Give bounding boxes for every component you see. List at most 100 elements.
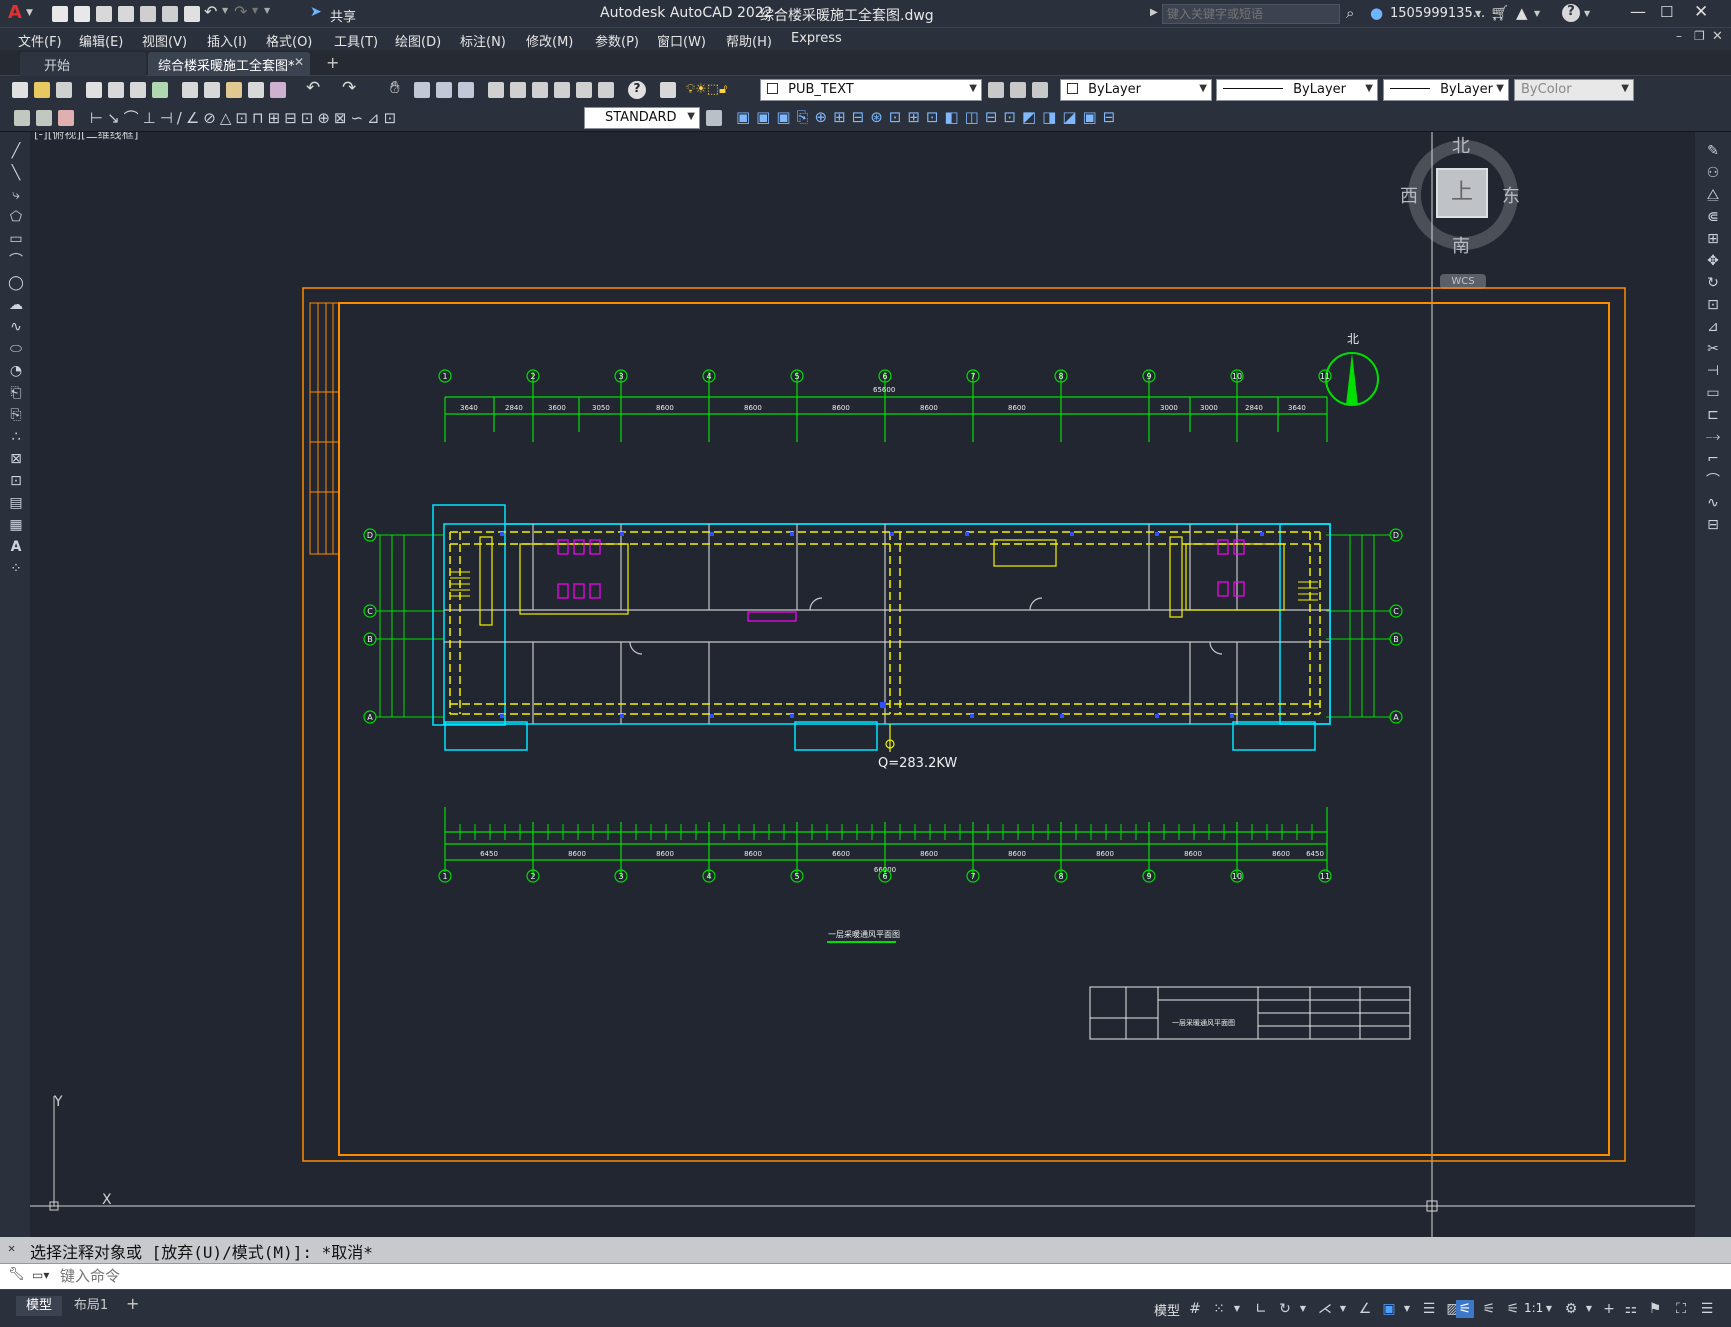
calculator-icon[interactable] bbox=[598, 82, 614, 98]
copy-icon[interactable] bbox=[204, 82, 220, 98]
ortho-icon[interactable]: ∟ bbox=[1252, 1300, 1270, 1318]
annotation-visibility-icon[interactable]: ⚟ bbox=[1456, 1300, 1474, 1318]
help-arrow-icon[interactable]: ▼ bbox=[1584, 9, 1590, 18]
modify-tools[interactable]: ▣▣▣⎘⊕⊞⊟⊛⊡⊞⊡◧◫⊟⊡◩◨◪▣⊟ bbox=[736, 108, 1121, 126]
pan-icon[interactable]: ✋︎ bbox=[390, 78, 400, 98]
undo-arrow-icon[interactable]: ▼ bbox=[222, 6, 228, 15]
iso-arrow-icon[interactable]: ▼ bbox=[1334, 1300, 1352, 1318]
add-layout-button[interactable]: + bbox=[126, 1294, 139, 1313]
dim-override-icon[interactable] bbox=[706, 110, 722, 126]
scale-arrow-icon[interactable]: ▼ bbox=[1540, 1300, 1558, 1318]
search-expand-icon[interactable]: ▶ bbox=[1150, 7, 1158, 18]
save-web-icon[interactable] bbox=[162, 6, 178, 22]
markup-icon[interactable] bbox=[576, 82, 592, 98]
layer-state-icons[interactable]: 💡︎☀︎⬚🔓︎ bbox=[686, 82, 727, 97]
tab-close-icon[interactable]: ✕ bbox=[294, 55, 304, 69]
design-center-icon[interactable] bbox=[510, 82, 526, 98]
open-file-icon[interactable] bbox=[74, 6, 90, 22]
print-icon[interactable] bbox=[86, 82, 102, 98]
make-current-icon[interactable] bbox=[988, 82, 1004, 98]
polar-arrow-icon[interactable]: ▼ bbox=[1294, 1300, 1312, 1318]
menu-dimension[interactable]: 标注(N) bbox=[460, 31, 506, 50]
menu-format[interactable]: 格式(O) bbox=[266, 31, 312, 50]
tool-palettes-icon[interactable] bbox=[532, 82, 548, 98]
annotation-monitor-icon[interactable]: + bbox=[1600, 1300, 1618, 1318]
model-space-button[interactable]: 模型 bbox=[1154, 1300, 1180, 1319]
match-prop-icon[interactable] bbox=[248, 82, 264, 98]
polar-icon[interactable]: ↻ bbox=[1276, 1300, 1294, 1318]
open-icon[interactable] bbox=[34, 82, 50, 98]
osnap-arrow-icon[interactable]: ▼ bbox=[1398, 1300, 1416, 1318]
clean-screen-icon[interactable]: ⛶ bbox=[1672, 1300, 1690, 1318]
isodraft-icon[interactable]: ⋌ bbox=[1316, 1300, 1334, 1318]
redo-tb-icon[interactable]: ↷ bbox=[342, 78, 356, 98]
block-editor-icon[interactable] bbox=[270, 82, 286, 98]
zoom-previous-icon[interactable] bbox=[458, 82, 474, 98]
autodesk-app-icon[interactable]: ▲ bbox=[1516, 4, 1528, 22]
new-tab-button[interactable]: + bbox=[326, 53, 339, 72]
customize-qat-icon[interactable]: ▼ bbox=[264, 6, 270, 15]
properties-icon[interactable] bbox=[488, 82, 504, 98]
menu-file[interactable]: 文件(F) bbox=[18, 31, 62, 50]
user-menu-arrow-icon[interactable]: ▼ bbox=[1475, 9, 1481, 18]
share-icon[interactable]: ➤ bbox=[310, 4, 322, 20]
help-icon[interactable]: ? bbox=[1562, 4, 1580, 22]
lineweight-dropdown[interactable]: ByLayer ▼ bbox=[1383, 79, 1509, 101]
app-logo[interactable]: A bbox=[8, 2, 22, 23]
zoom-realtime-icon[interactable] bbox=[414, 82, 430, 98]
workspace-arrow-icon[interactable]: ▼ bbox=[1580, 1300, 1598, 1318]
close-command-icon[interactable]: ✕ bbox=[8, 1241, 15, 1255]
customization-icon[interactable]: ☰ bbox=[1698, 1300, 1716, 1318]
tab-start[interactable]: 开始 bbox=[20, 52, 146, 76]
3d-print-icon[interactable] bbox=[152, 82, 168, 98]
plotstyle-dropdown[interactable]: ByColor ▼ bbox=[1514, 79, 1634, 101]
color-dropdown[interactable]: ByLayer ▼ bbox=[1060, 79, 1212, 101]
search-icon[interactable]: ⌕ bbox=[1346, 4, 1354, 22]
menu-draw[interactable]: 绘图(D) bbox=[395, 31, 441, 50]
dim-linear-icon[interactable] bbox=[14, 110, 30, 126]
layer-previous-icon[interactable] bbox=[1010, 82, 1026, 98]
close-icon[interactable]: ✕ bbox=[1694, 2, 1708, 22]
maximize-icon[interactable]: ☐ bbox=[1660, 3, 1673, 21]
auto-scale-icon[interactable]: ⚟ bbox=[1480, 1300, 1498, 1318]
menu-edit[interactable]: 编辑(E) bbox=[79, 31, 123, 50]
cart-icon[interactable]: 🛒︎ bbox=[1490, 4, 1509, 22]
lineweight-icon[interactable]: ☰ bbox=[1420, 1300, 1438, 1318]
undo-tb-icon[interactable]: ↶ bbox=[306, 78, 320, 98]
menu-express[interactable]: Express bbox=[791, 31, 842, 46]
dim-update-icon[interactable] bbox=[58, 110, 74, 126]
dim-style-dropdown[interactable]: STANDARD ▼ bbox=[584, 107, 700, 129]
layer-match-icon[interactable] bbox=[1032, 82, 1048, 98]
workspace-icon[interactable]: ⚙︎ bbox=[1562, 1300, 1580, 1318]
minimize-icon[interactable]: — bbox=[1630, 2, 1646, 21]
dim-style-icon[interactable] bbox=[36, 110, 52, 126]
search-input[interactable] bbox=[1162, 4, 1340, 24]
command-input[interactable] bbox=[60, 1266, 1720, 1286]
draw-tools[interactable]: ╱ ╲ ⤷ ⬠ ▭ ⌒ ◯ ☁ ∿ ⬭ ◔ ⎗ ⎘ ∴ ⊠ ⊡ ▤ ▦ A ⁘ bbox=[6, 140, 26, 580]
logo-menu-arrow-icon[interactable]: ▼ bbox=[26, 8, 33, 18]
units-icon[interactable]: ⚏ bbox=[1622, 1300, 1640, 1318]
redo-icon[interactable]: ↷ bbox=[234, 2, 247, 21]
menu-insert[interactable]: 插入(I) bbox=[207, 31, 247, 50]
menu-tools[interactable]: 工具(T) bbox=[334, 31, 378, 50]
menu-view[interactable]: 视图(V) bbox=[142, 31, 187, 50]
linetype-dropdown[interactable]: ByLayer ▼ bbox=[1216, 79, 1378, 101]
sheet-set-icon[interactable] bbox=[554, 82, 570, 98]
snap-arrow-icon[interactable]: ▼ bbox=[1228, 1300, 1246, 1318]
save-icon-2[interactable] bbox=[56, 82, 72, 98]
doc-restore-icon[interactable]: ❐ bbox=[1694, 29, 1705, 43]
tab-model[interactable]: 模型 bbox=[16, 1296, 62, 1316]
zoom-window-icon[interactable] bbox=[436, 82, 452, 98]
app-arrow-icon[interactable]: ▼ bbox=[1534, 9, 1540, 18]
save-as-icon[interactable] bbox=[118, 6, 134, 22]
tab-active-drawing[interactable]: 综合楼采暖施工全套图* ✕ bbox=[148, 52, 310, 76]
preview-icon[interactable] bbox=[108, 82, 124, 98]
help-tb-icon[interactable]: ? bbox=[628, 81, 646, 99]
object-snap-tracking-icon[interactable]: ∠ bbox=[1356, 1300, 1374, 1318]
annotation-scale-icon[interactable]: ⚟ bbox=[1504, 1300, 1522, 1318]
drawing-canvas[interactable]: [-][俯视][二维线框] 上 北 南 东 西 WCS 北 3640 2840 … bbox=[30, 132, 1695, 1237]
recent-commands-icon[interactable]: ▭▾ bbox=[32, 1268, 49, 1282]
doc-minimize-icon[interactable]: – bbox=[1676, 29, 1682, 43]
redo-arrow-icon[interactable]: ▼ bbox=[252, 6, 258, 15]
tab-layout1[interactable]: 布局1 bbox=[68, 1296, 114, 1316]
